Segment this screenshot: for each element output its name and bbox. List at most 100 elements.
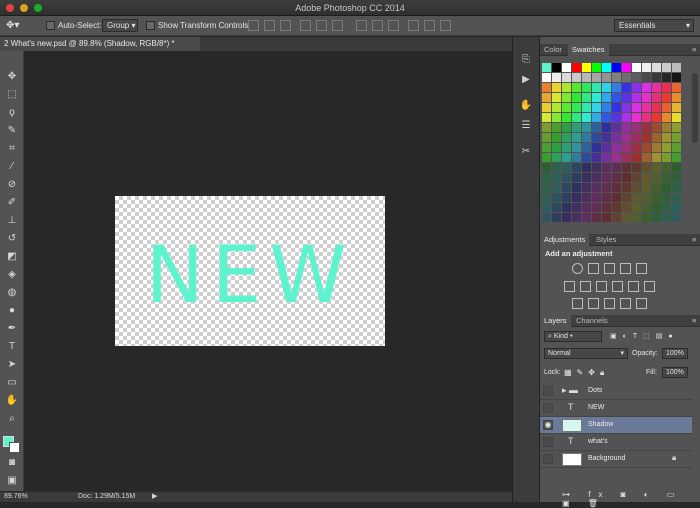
swatch[interactable]: [672, 103, 681, 112]
swatch[interactable]: [592, 123, 601, 132]
swatch[interactable]: [582, 153, 591, 162]
swatch[interactable]: [602, 73, 611, 82]
swatch[interactable]: [592, 83, 601, 92]
swatch[interactable]: [602, 213, 611, 222]
swatch[interactable]: [572, 163, 581, 172]
swatch[interactable]: [612, 83, 621, 92]
swatch[interactable]: [672, 203, 681, 212]
swatch[interactable]: [542, 213, 551, 222]
swatch[interactable]: [652, 103, 661, 112]
vibrance-icon[interactable]: [636, 263, 647, 274]
layer-visibility-icon[interactable]: [543, 454, 553, 464]
hand-tool-icon[interactable]: ✋: [3, 393, 21, 409]
tab-layers[interactable]: Layers: [540, 315, 571, 327]
swatch[interactable]: [552, 63, 561, 72]
show-transform-checkbox[interactable]: [146, 21, 155, 30]
align-right-icon[interactable]: [332, 20, 343, 31]
tab-adjustments[interactable]: Adjustments: [540, 234, 590, 246]
layer-row[interactable]: Background 🔒︎: [540, 451, 692, 468]
swatch[interactable]: [642, 123, 651, 132]
swatch[interactable]: [622, 133, 631, 142]
swatch[interactable]: [622, 113, 631, 122]
swatch[interactable]: [602, 133, 611, 142]
swatch[interactable]: [662, 213, 671, 222]
swatch[interactable]: [612, 73, 621, 82]
swatches-grid[interactable]: [540, 61, 688, 257]
swatch[interactable]: [662, 73, 671, 82]
levels-icon[interactable]: [588, 263, 599, 274]
distribute-hcenter-icon[interactable]: [424, 20, 435, 31]
swatch[interactable]: [562, 123, 571, 132]
swatch[interactable]: [652, 203, 661, 212]
swatch[interactable]: [642, 173, 651, 182]
swatch[interactable]: [592, 163, 601, 172]
swatch[interactable]: [542, 203, 551, 212]
swatch[interactable]: [662, 83, 671, 92]
swatch[interactable]: [652, 73, 661, 82]
swatch[interactable]: [652, 173, 661, 182]
marquee-tool-icon[interactable]: ⬚: [3, 87, 21, 103]
auto-select-dropdown[interactable]: Group ▾: [102, 19, 138, 32]
tab-styles[interactable]: Styles: [592, 234, 620, 246]
swatch[interactable]: [572, 73, 581, 82]
swatch[interactable]: [672, 193, 681, 202]
swatch[interactable]: [572, 113, 581, 122]
swatch[interactable]: [552, 103, 561, 112]
swatch[interactable]: [572, 93, 581, 102]
swatch[interactable]: [642, 143, 651, 152]
swatch[interactable]: [612, 163, 621, 172]
distribute-bottom-icon[interactable]: [388, 20, 399, 31]
swatch[interactable]: [592, 93, 601, 102]
align-horizontal-center-icon[interactable]: [316, 20, 327, 31]
swatch[interactable]: [542, 153, 551, 162]
swatch[interactable]: [572, 133, 581, 142]
posterize-icon[interactable]: [588, 298, 599, 309]
swatch[interactable]: [632, 93, 641, 102]
color-balance-icon[interactable]: [580, 281, 591, 292]
swatch[interactable]: [622, 193, 631, 202]
channel-mixer-icon[interactable]: [628, 281, 639, 292]
history-panel-icon[interactable]: ⎘: [519, 53, 533, 67]
hue-saturation-icon[interactable]: [564, 281, 575, 292]
panel-menu-icon[interactable]: ≡: [688, 44, 700, 56]
swatch[interactable]: [622, 83, 631, 92]
swatch[interactable]: [542, 113, 551, 122]
swatch[interactable]: [612, 183, 621, 192]
swatch[interactable]: [602, 103, 611, 112]
swatch[interactable]: [582, 193, 591, 202]
swatch[interactable]: [562, 193, 571, 202]
swatch[interactable]: [672, 83, 681, 92]
swatch[interactable]: [672, 113, 681, 122]
swatch[interactable]: [672, 133, 681, 142]
zoom-level[interactable]: 89.76%: [4, 492, 28, 502]
swatch[interactable]: [552, 183, 561, 192]
swatch[interactable]: [562, 93, 571, 102]
swatch[interactable]: [612, 113, 621, 122]
swatch[interactable]: [612, 173, 621, 182]
swatch[interactable]: [562, 153, 571, 162]
swatch[interactable]: [622, 103, 631, 112]
clone-stamp-tool-icon[interactable]: ⊥: [3, 213, 21, 229]
swatch[interactable]: [572, 203, 581, 212]
blur-tool-icon[interactable]: ◍: [3, 285, 21, 301]
swatch[interactable]: [612, 193, 621, 202]
swatch[interactable]: [642, 213, 651, 222]
swatch[interactable]: [542, 183, 551, 192]
swatch[interactable]: [622, 73, 631, 82]
tab-color[interactable]: Color: [540, 44, 566, 56]
swatch[interactable]: [662, 133, 671, 142]
color-lookup-icon[interactable]: [644, 281, 655, 292]
swatch[interactable]: [652, 153, 661, 162]
crop-tool-icon[interactable]: ⌗: [3, 141, 21, 157]
swatch[interactable]: [642, 133, 651, 142]
swatch[interactable]: [662, 183, 671, 192]
swatch[interactable]: [542, 163, 551, 172]
swatch[interactable]: [562, 163, 571, 172]
layer-row[interactable]: T NEW: [540, 400, 692, 417]
brush-tool-icon[interactable]: ✐: [3, 195, 21, 211]
swatch[interactable]: [602, 93, 611, 102]
swatch[interactable]: [622, 63, 631, 72]
swatch[interactable]: [582, 173, 591, 182]
swatch[interactable]: [582, 163, 591, 172]
swatch[interactable]: [622, 143, 631, 152]
